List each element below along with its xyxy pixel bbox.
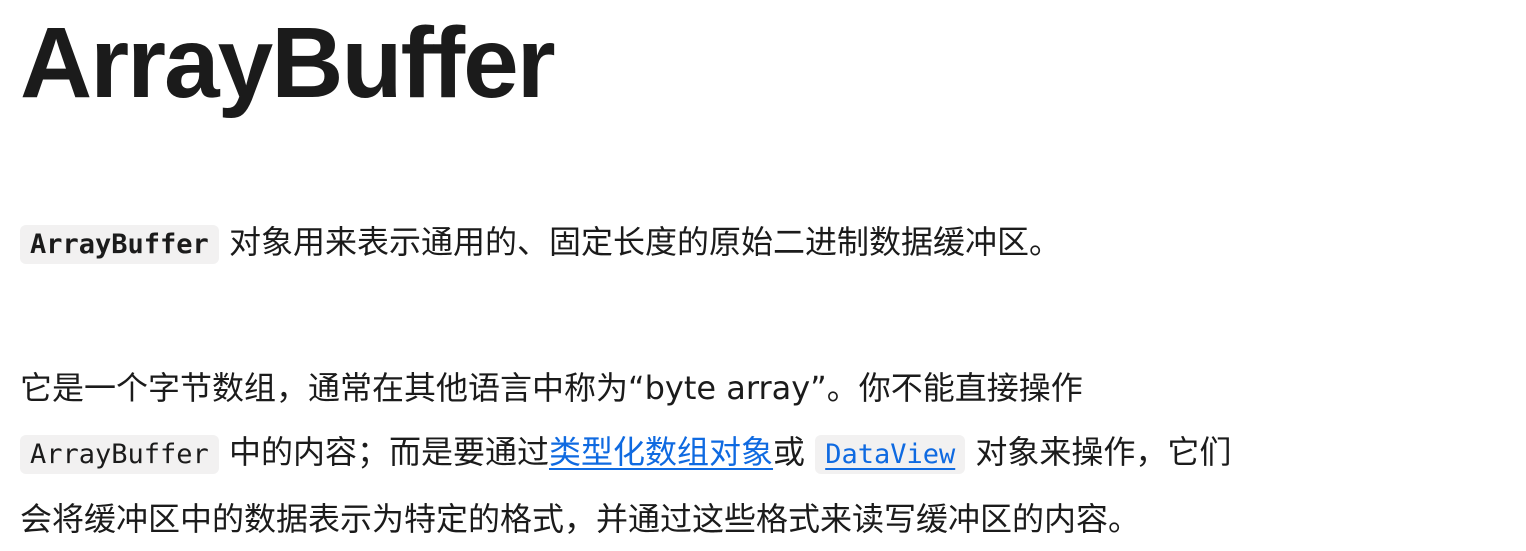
description-text-c: 对象来操作，它们 (965, 433, 1232, 471)
intro-text: 对象用来表示通用的、固定长度的原始二进制数据缓冲区。 (218, 223, 1061, 261)
inline-code-arraybuffer-2: ArrayBuffer (20, 435, 219, 474)
description-text-b: 或 (773, 433, 816, 471)
description-paragraph: 它是一个字节数组，通常在其他语言中称为“byte array”。你不能直接操作 A… (20, 356, 1231, 551)
description-line-3: 会将缓冲区中的数据表示为特定的格式，并通过这些格式来读写缓冲区的内容。 (20, 500, 1141, 538)
dataview-link[interactable]: DataView (815, 435, 966, 474)
inline-code-arraybuffer: ArrayBuffer (20, 225, 219, 264)
typed-array-link[interactable]: 类型化数组对象 (549, 433, 773, 471)
description-text-a: 中的内容；而是要通过 (218, 433, 549, 471)
description-line-1: 它是一个字节数组，通常在其他语言中称为“byte array”。你不能直接操作 (20, 369, 1083, 407)
page-title: ArrayBuffer (20, 7, 556, 119)
intro-paragraph: ArrayBuffer 对象用来表示通用的、固定长度的原始二进制数据缓冲区。 (20, 210, 1061, 277)
